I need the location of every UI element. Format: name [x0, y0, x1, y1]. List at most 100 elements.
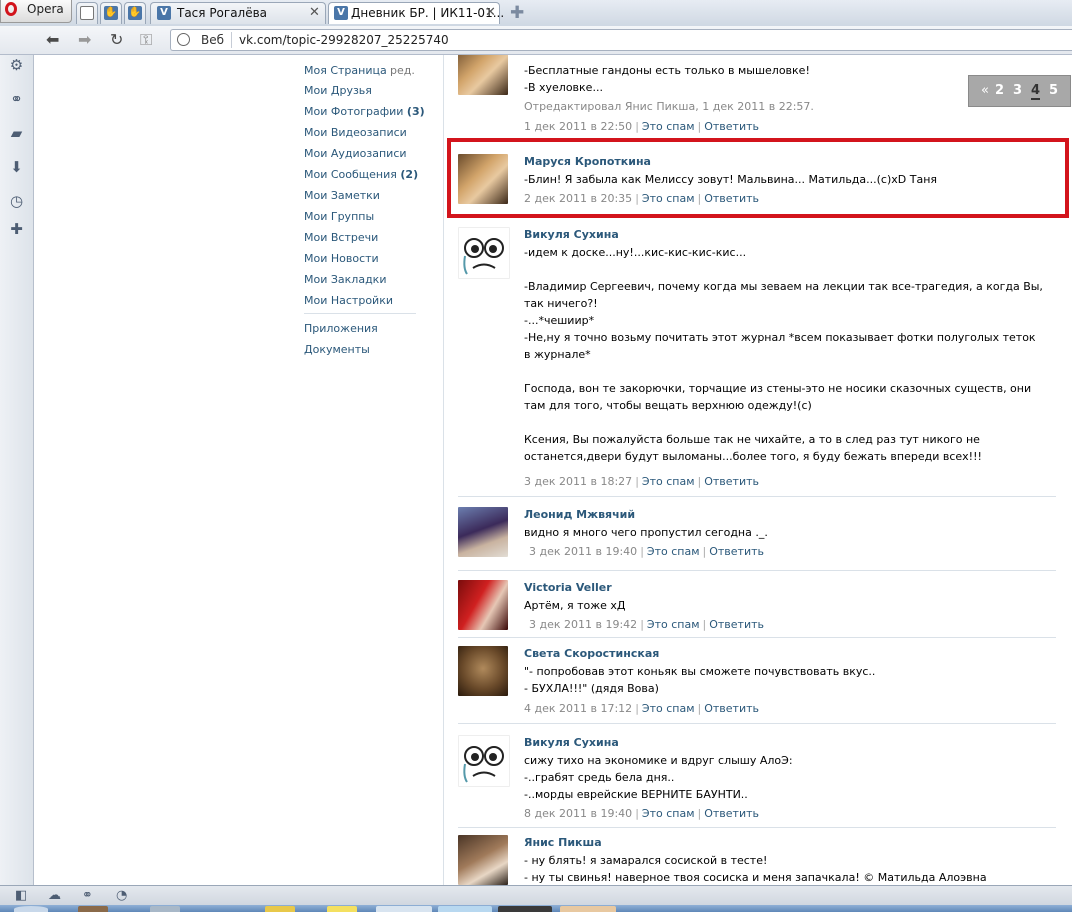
post-meta: 3 дек 2011 в 19:40 | Это спам | Ответить: [529, 545, 764, 558]
sidebar-item-bookmarks[interactable]: Мои Закладки: [304, 273, 386, 286]
avatar[interactable]: [458, 646, 508, 696]
taskbar-app-icon[interactable]: [265, 906, 295, 912]
sidebar-item-apps[interactable]: Приложения: [304, 322, 378, 335]
post-date[interactable]: 3 дек 2011 в 19:40: [529, 545, 637, 558]
author-name[interactable]: Викуля Сухина: [524, 228, 619, 241]
sidebar-item-events[interactable]: Мои Встречи: [304, 231, 378, 244]
address-bar[interactable]: Веб vk.com/topic-29928207_25225740: [170, 29, 1072, 51]
sidebar-item-my-page[interactable]: Моя Страница: [304, 64, 387, 77]
post-date[interactable]: 8 дек 2011 в 19:40: [524, 807, 632, 820]
post-meta: 3 дек 2011 в 18:27 | Это спам | Ответить: [524, 475, 759, 488]
start-button-icon[interactable]: [14, 906, 48, 912]
prev-page-button[interactable]: «: [981, 83, 989, 98]
gear-icon[interactable]: ⚙: [8, 57, 25, 74]
post-date[interactable]: 3 дек 2011 в 19:42: [529, 618, 637, 631]
post-date[interactable]: 3 дек 2011 в 18:27: [524, 475, 632, 488]
avatar[interactable]: [458, 507, 508, 557]
taskbar-skype-icon[interactable]: [438, 906, 492, 912]
sidebar-item-notes[interactable]: Мои Заметки: [304, 189, 380, 202]
sidebar-item-groups[interactable]: Мои Группы: [304, 210, 374, 223]
taskbar-app-icon[interactable]: [78, 906, 108, 912]
close-tab-icon[interactable]: ✕: [485, 5, 496, 20]
tab-pinned-vk1[interactable]: ✋: [100, 2, 122, 24]
spam-link[interactable]: Это спам: [647, 545, 700, 558]
key-icon[interactable]: ⚿: [140, 30, 152, 50]
sidebar-item-settings[interactable]: Мои Настройки: [304, 294, 393, 307]
author-name[interactable]: Victoria Veller: [524, 581, 612, 594]
back-icon[interactable]: ⬅: [46, 30, 59, 49]
speed-icon[interactable]: ◔: [116, 888, 127, 903]
sidebar-item-documents[interactable]: Документы: [304, 343, 370, 356]
reply-link[interactable]: Ответить: [709, 545, 764, 558]
opera-menu-button[interactable]: Opera: [0, 0, 72, 23]
sidebar-item-friends[interactable]: Мои Друзья: [304, 84, 372, 97]
avatar[interactable]: [458, 735, 510, 787]
post-text: сижу тихо на экономике и вдруг слышу Ало…: [524, 754, 793, 801]
close-tab-icon[interactable]: ✕: [309, 5, 320, 20]
avatar[interactable]: [458, 55, 508, 95]
taskbar-opera-icon[interactable]: [376, 906, 432, 912]
post-date[interactable]: 1 дек 2011 в 22:50: [524, 120, 632, 133]
divider: [458, 570, 1056, 571]
address-toolbar: ⬅ ➡ ↻ ⚿ Веб vk.com/topic-29928207_252257…: [0, 26, 1072, 55]
new-tab-icon[interactable]: ✚: [510, 3, 524, 23]
reply-link[interactable]: Ответить: [704, 120, 759, 133]
page-link[interactable]: 3: [1013, 83, 1022, 98]
avatar[interactable]: [458, 835, 508, 885]
edit-link[interactable]: ред.: [390, 64, 415, 77]
sidebar-item-news[interactable]: Мои Новости: [304, 252, 379, 265]
post-date[interactable]: 4 дек 2011 в 17:12: [524, 702, 632, 715]
spam-link[interactable]: Это спам: [647, 618, 700, 631]
page-link[interactable]: 2: [995, 83, 1004, 98]
panel-toggle-icon[interactable]: ◧: [15, 888, 27, 903]
sidebar-item-audio[interactable]: Мои Аудиозаписи: [304, 147, 407, 160]
downloads-icon[interactable]: ⬇: [8, 159, 25, 176]
taskbar-app-icon[interactable]: [327, 906, 357, 912]
author-name[interactable]: Леонид Мжвячий: [524, 508, 635, 521]
reply-link[interactable]: Ответить: [704, 475, 759, 488]
meme-face-icon: [463, 238, 504, 275]
spam-link[interactable]: Это спам: [642, 120, 695, 133]
sidebar-item-messages[interactable]: Мои Сообщения (2): [304, 168, 418, 181]
taskbar-app-icon[interactable]: [150, 906, 180, 912]
list-item: Викуля Сухина сижу тихо на экономике и в…: [458, 735, 1056, 825]
reply-link[interactable]: Ответить: [704, 702, 759, 715]
page-link[interactable]: 5: [1049, 83, 1058, 98]
separator: |: [697, 702, 702, 715]
post-meta: 3 дек 2011 в 19:42 | Это спам | Ответить: [529, 618, 764, 631]
sidebar-item-label: Мои Сообщения: [304, 168, 397, 181]
notes-icon[interactable]: ▰: [8, 125, 25, 142]
separator: |: [697, 120, 702, 133]
avatar[interactable]: [458, 227, 510, 279]
post-meta: 8 дек 2011 в 19:40 | Это спам | Ответить: [524, 807, 759, 820]
taskbar-app-icon[interactable]: [560, 906, 616, 912]
spam-link[interactable]: Это спам: [642, 807, 695, 820]
taskbar-app-icon[interactable]: [498, 906, 552, 912]
tab-pinned-notes[interactable]: [76, 2, 98, 24]
reload-icon[interactable]: ↻: [110, 30, 123, 49]
unite-icon[interactable]: ⚭: [82, 888, 93, 903]
forward-icon[interactable]: ➡: [78, 30, 91, 49]
spam-link[interactable]: Это спам: [642, 702, 695, 715]
author-name[interactable]: Янис Пикша: [524, 836, 602, 849]
url-text[interactable]: vk.com/topic-29928207_25225740: [239, 33, 449, 47]
vk-icon: ✋: [104, 6, 118, 20]
reply-link[interactable]: Ответить: [704, 807, 759, 820]
highlight-frame: [447, 138, 1069, 218]
sidebar-item-videos[interactable]: Мои Видеозаписи: [304, 126, 407, 139]
divider: [231, 32, 232, 48]
cloud-icon[interactable]: ☁: [48, 888, 61, 903]
sidebar-item-photos[interactable]: Мои Фотографии (3): [304, 105, 425, 118]
spam-link[interactable]: Это спам: [642, 475, 695, 488]
separator: |: [702, 618, 707, 631]
add-panel-icon[interactable]: ✚: [8, 221, 25, 238]
tab-topic[interactable]: V Дневник БР. | ИК11-01... ✕: [328, 2, 504, 24]
avatar[interactable]: [458, 580, 508, 630]
tab-profile[interactable]: V Тася Рогалёва ✕: [150, 2, 326, 24]
unite-icon[interactable]: ⚭: [8, 91, 25, 108]
history-icon[interactable]: ◷: [8, 193, 25, 210]
tab-pinned-vk2[interactable]: ✋: [124, 2, 146, 24]
author-name[interactable]: Света Скоростинская: [524, 647, 659, 660]
reply-link[interactable]: Ответить: [709, 618, 764, 631]
author-name[interactable]: Викуля Сухина: [524, 736, 619, 749]
